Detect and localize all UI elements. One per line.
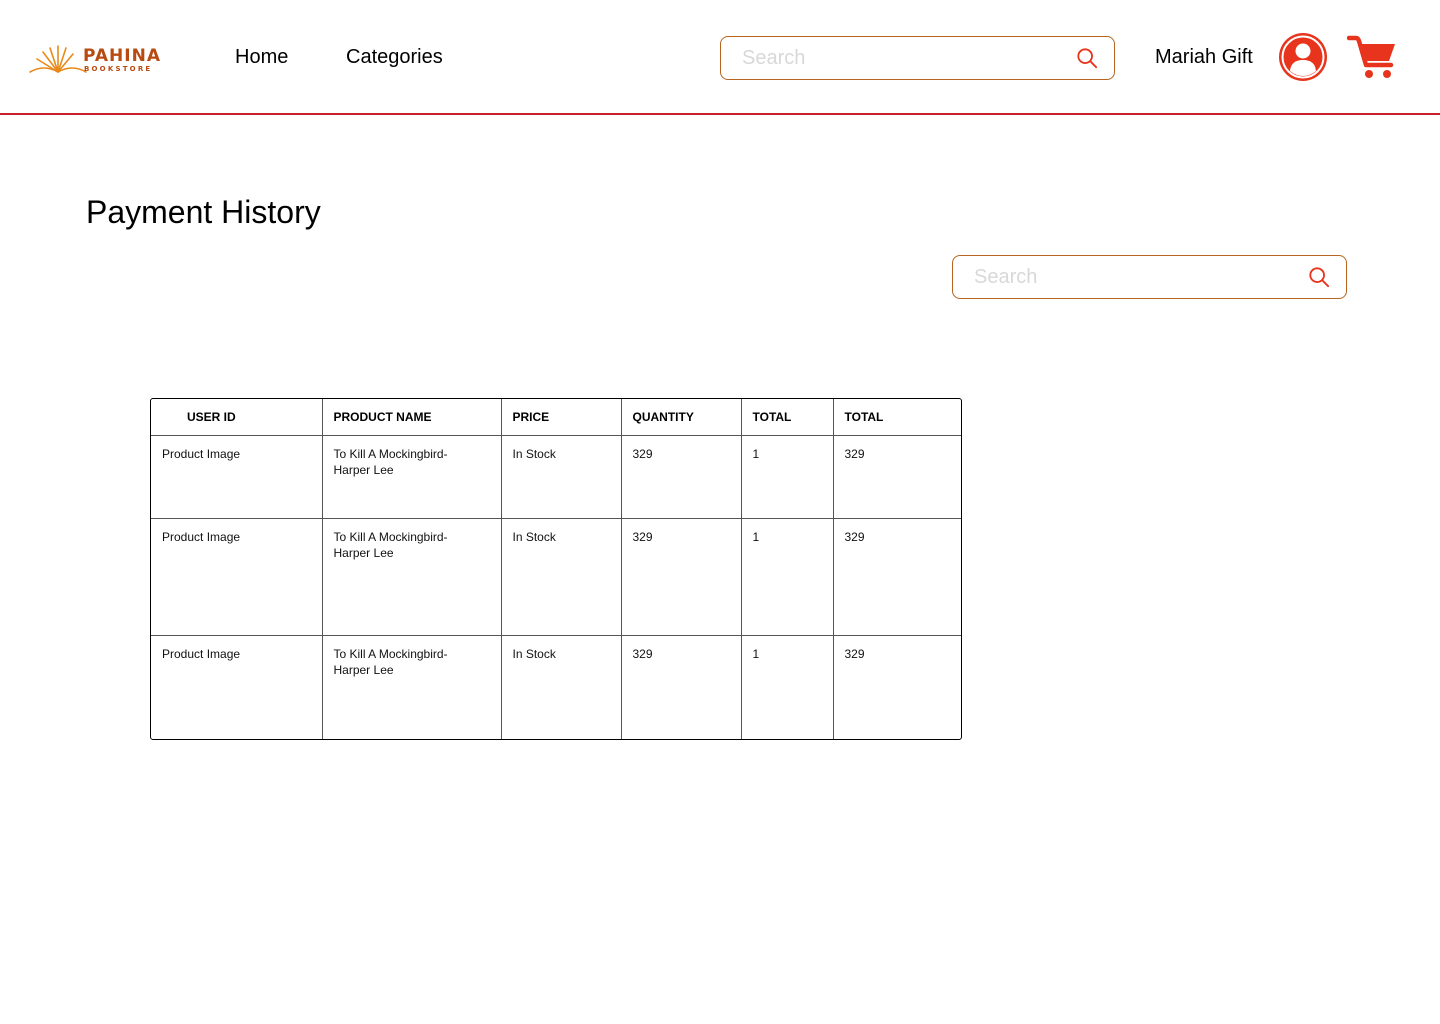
column-header-quantity[interactable]: QUANTITY xyxy=(621,399,742,436)
user-avatar-icon[interactable] xyxy=(1279,33,1327,81)
cell-total: 329 xyxy=(833,518,961,636)
column-header-total[interactable]: TOTAL xyxy=(833,399,961,436)
history-search-input[interactable] xyxy=(974,256,1294,298)
column-header-price[interactable]: PRICE xyxy=(501,399,622,436)
payment-history-table: USER ID PRODUCT NAME PRICE QUANTITY TOTA… xyxy=(150,398,962,740)
header-search-box xyxy=(720,36,1115,80)
cell-user-id: Product Image xyxy=(151,435,323,519)
table-row[interactable]: Product Image To Kill A Mockingbird- Har… xyxy=(151,435,961,519)
cell-price: In Stock xyxy=(501,518,622,636)
table-row[interactable]: Product Image To Kill A Mockingbird- Har… xyxy=(151,635,961,739)
cell-quantity: 329 xyxy=(621,635,742,739)
column-header-user-id[interactable]: USER ID xyxy=(151,399,323,436)
cell-quantity: 329 xyxy=(621,435,742,519)
table-row[interactable]: Product Image To Kill A Mockingbird- Har… xyxy=(151,518,961,636)
user-name[interactable]: Mariah Gift xyxy=(1155,46,1253,69)
history-search-box xyxy=(952,255,1347,299)
cell-total: 1 xyxy=(741,635,834,739)
nav-home-link[interactable]: Home xyxy=(235,46,288,69)
cell-quantity: 329 xyxy=(621,518,742,636)
cell-user-id: Product Image xyxy=(151,518,323,636)
header-search-input[interactable] xyxy=(742,37,1062,79)
open-book-icon xyxy=(29,45,87,73)
page-title: Payment History xyxy=(86,194,321,230)
search-icon[interactable] xyxy=(1076,47,1098,69)
cell-total: 1 xyxy=(741,518,834,636)
cell-product-name: To Kill A Mockingbird- Harper Lee xyxy=(322,435,502,519)
top-header: PAHINA BOOKSTORE Home Categories Mariah … xyxy=(0,0,1440,115)
cell-price: In Stock xyxy=(501,635,622,739)
brand-logo[interactable]: PAHINA BOOKSTORE xyxy=(28,42,163,78)
table-header-row: USER ID PRODUCT NAME PRICE QUANTITY TOTA… xyxy=(151,399,961,436)
cell-total: 329 xyxy=(833,435,961,519)
column-header-total[interactable]: TOTAL xyxy=(741,399,834,436)
brand-name: PAHINA xyxy=(83,46,161,66)
shopping-cart-icon[interactable] xyxy=(1347,34,1397,80)
cell-total: 1 xyxy=(741,435,834,519)
cell-total: 329 xyxy=(844,646,865,661)
column-header-product-name[interactable]: PRODUCT NAME xyxy=(322,399,502,436)
nav-categories-link[interactable]: Categories xyxy=(346,46,443,69)
search-icon[interactable] xyxy=(1308,266,1330,288)
brand-tagline: BOOKSTORE xyxy=(84,65,153,73)
cell-product-name: To Kill A Mockingbird- Harper Lee xyxy=(322,518,502,636)
cell-price: In Stock xyxy=(501,435,622,519)
cell-user-id: Product Image xyxy=(151,635,323,739)
cell-product-name: To Kill A Mockingbird- Harper Lee xyxy=(322,635,502,739)
